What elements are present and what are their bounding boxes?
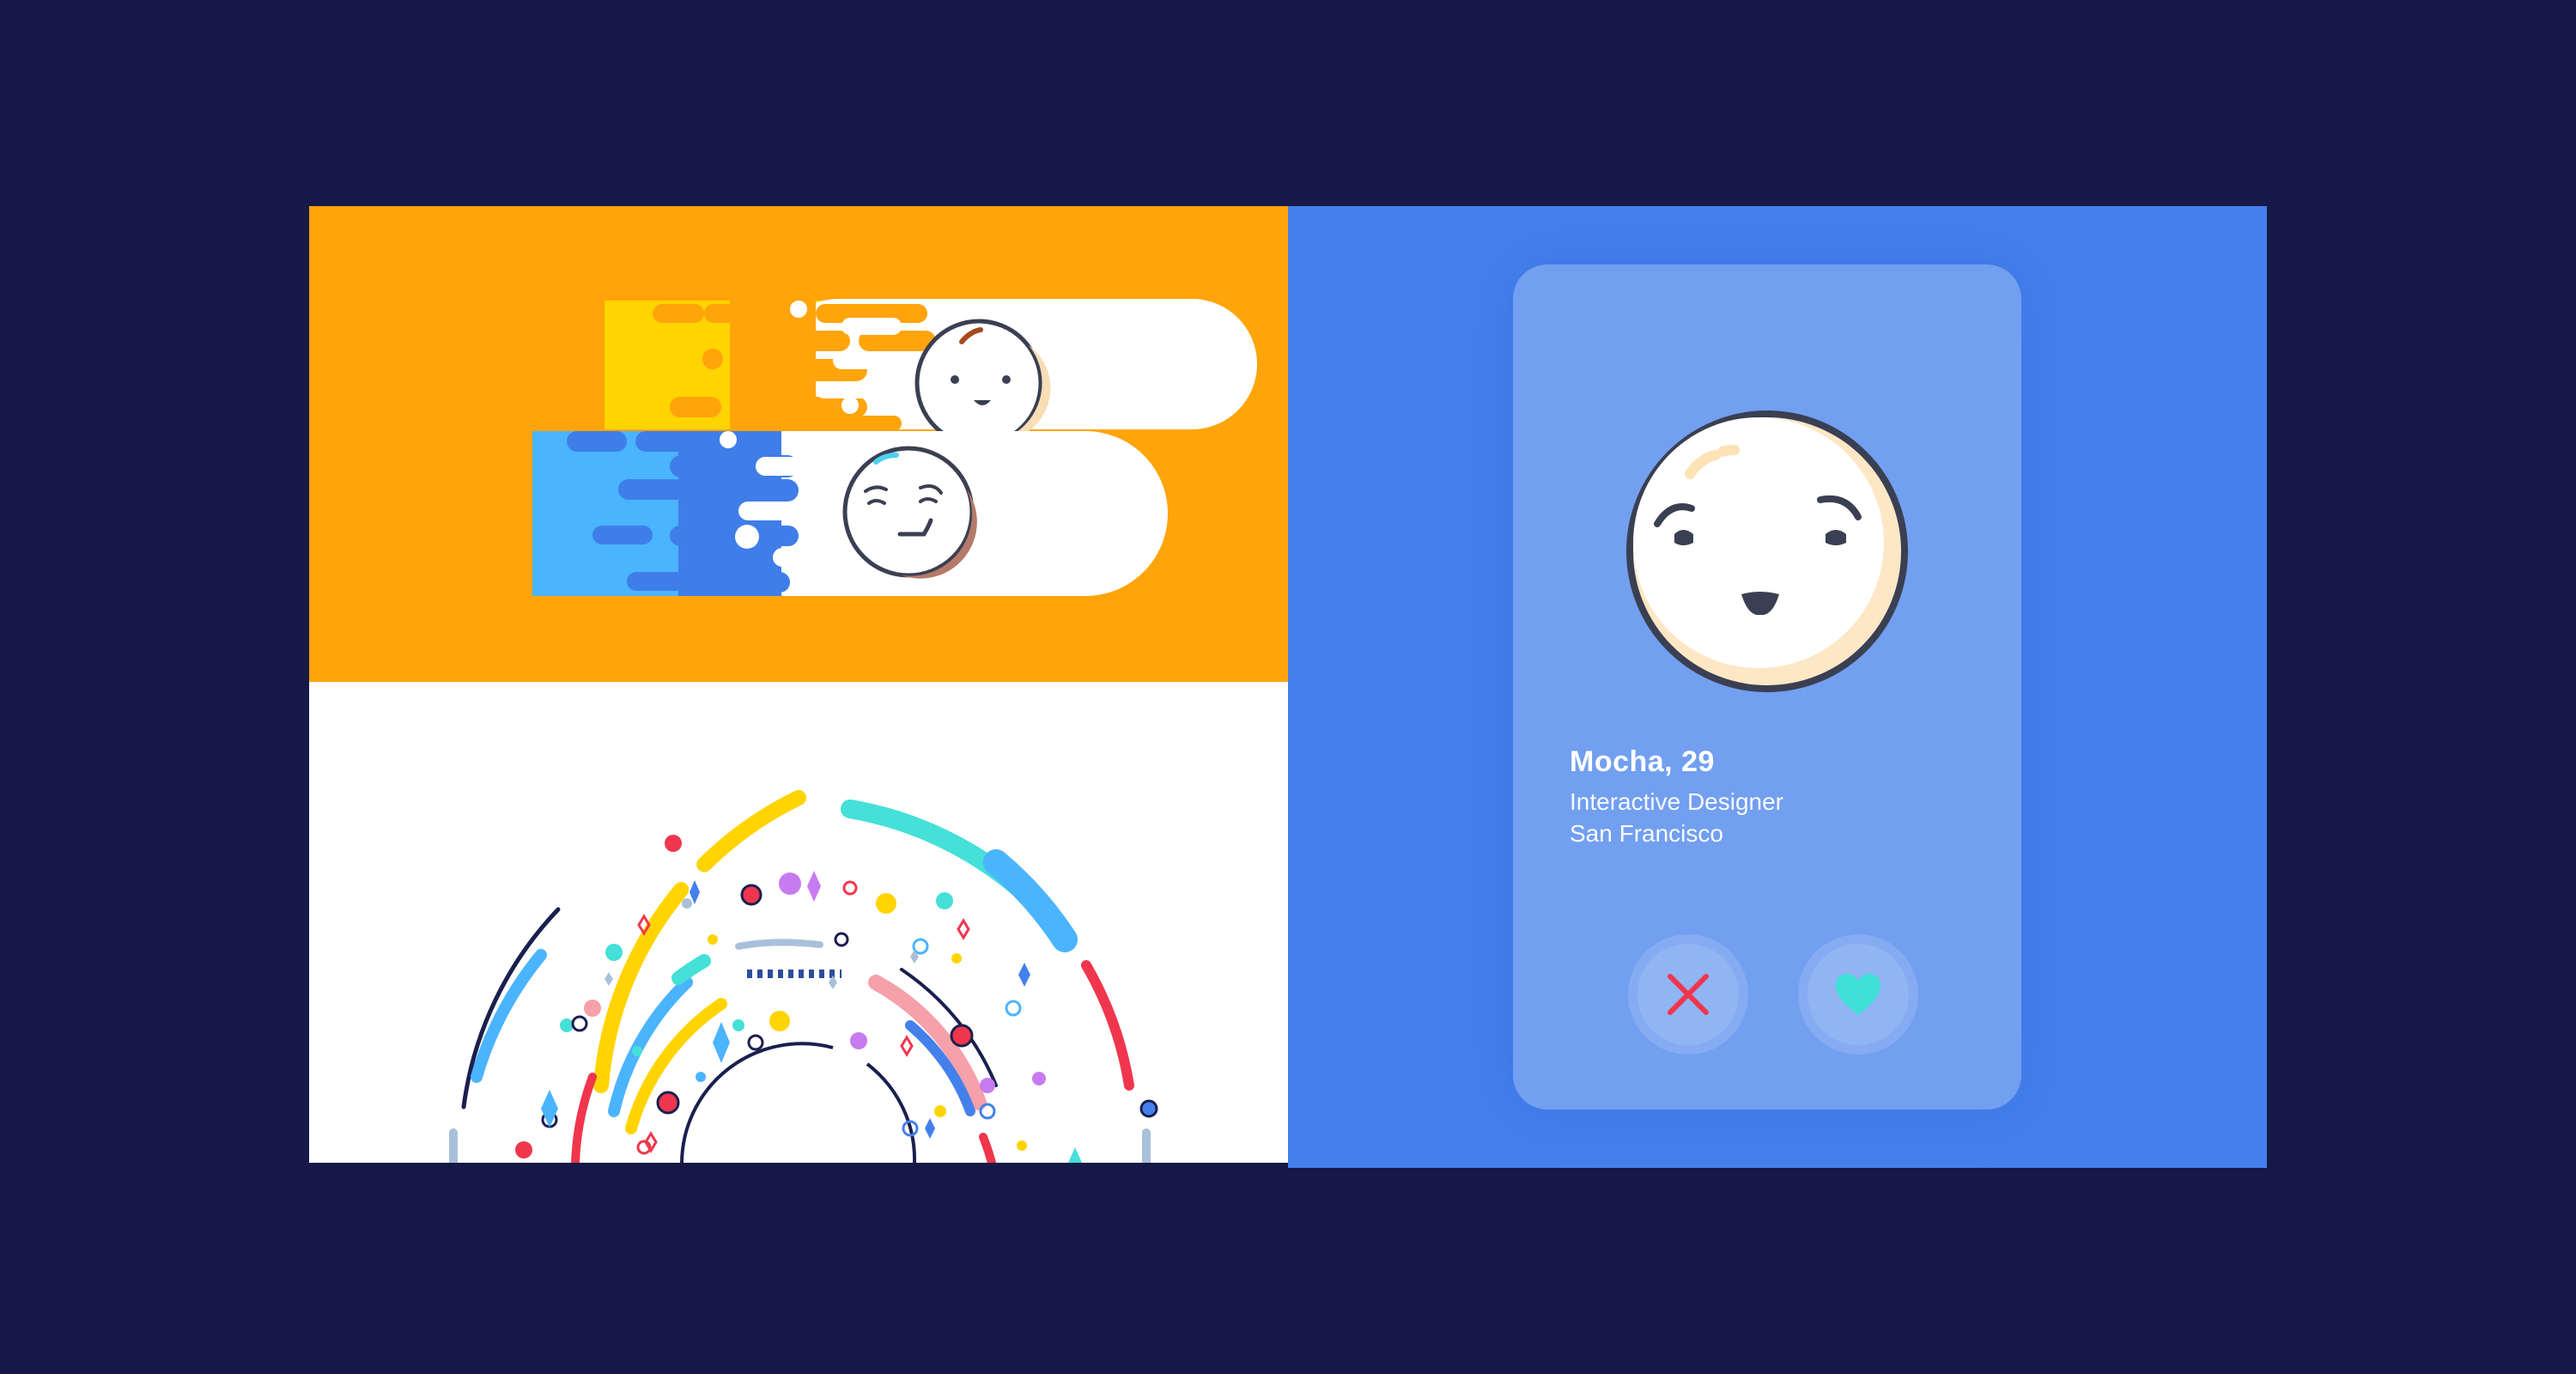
confetti-rings-illustration-panel [309, 682, 1288, 1163]
dislike-button[interactable] [1628, 934, 1748, 1055]
like-button-inner [1807, 944, 1909, 1045]
confetti-rings-illustration [449, 790, 1158, 1163]
speeding-faces-illustration-panel [309, 206, 1288, 682]
profile-job-title: Interactive Designer [1570, 788, 1784, 815]
profile-card[interactable]: Mocha, 29 Interactive Designer San Franc… [1513, 264, 2021, 1110]
profile-location: San Francisco [1570, 820, 1723, 847]
profile-name: Mocha, 29 [1570, 745, 1715, 778]
like-button[interactable] [1798, 934, 1918, 1055]
speeding-faces-illustration [532, 299, 1257, 596]
profile-avatar [1626, 410, 1908, 692]
heart-icon [1836, 974, 1880, 1015]
close-icon [1668, 974, 1709, 1015]
dislike-button-inner [1637, 944, 1739, 1045]
